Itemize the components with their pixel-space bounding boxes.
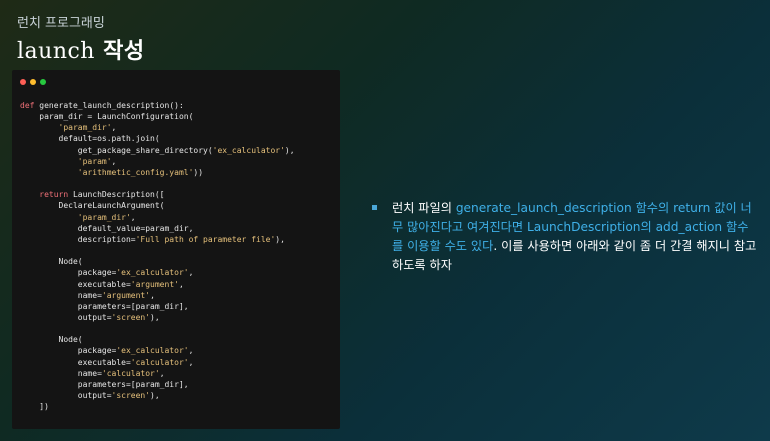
slide-title-latin: launch <box>17 39 95 64</box>
code-token: 'param' <box>20 156 112 166</box>
code-token: , <box>178 279 184 289</box>
code-line: name='argument', <box>20 290 295 301</box>
code-token: , <box>111 156 117 166</box>
slide-subtitle: 런치 프로그래밍 <box>17 16 105 31</box>
code-line: 'param', <box>20 156 295 167</box>
code-token: DeclareLaunchArgument( <box>20 201 165 211</box>
code-line: 'param_dir', <box>20 122 295 133</box>
code-token: executable= <box>20 357 131 367</box>
code-line: Node( <box>20 256 295 267</box>
code-line: param_dir = LaunchConfiguration( <box>20 111 295 122</box>
window-controls <box>20 79 46 85</box>
code-token: 'screen' <box>111 312 151 322</box>
code-token: 'ex_calculator' <box>116 346 189 356</box>
code-line: def generate_launch_description(): <box>20 100 295 111</box>
bullet-square-icon <box>372 205 377 210</box>
code-token: Node( <box>20 257 83 267</box>
code-token: default=os.path.join( <box>20 134 160 144</box>
code-window: def generate_launch_description(): param… <box>12 70 340 429</box>
code-line: output='screen'), <box>20 312 295 323</box>
code-line: parameters=[param_dir], <box>20 301 295 312</box>
code-token: , <box>130 212 136 222</box>
code-token: def <box>20 101 35 110</box>
code-token: name= <box>20 368 102 378</box>
code-token: output= <box>20 312 112 322</box>
bullet-paragraph: 런치 파일의 generate_launch_description 함수의 r… <box>392 199 757 275</box>
code-line: DeclareLaunchArgument( <box>20 200 295 211</box>
code-token: ), <box>275 234 285 244</box>
code-token: 'ex_calculator' <box>116 268 189 278</box>
code-token: 'argument' <box>130 279 179 289</box>
code-token: get_package_share_directory( <box>20 145 213 155</box>
code-token: return <box>20 190 69 200</box>
code-line: default=os.path.join( <box>20 133 295 144</box>
code-token: , <box>159 368 165 378</box>
slide-title: launch 작성 <box>17 33 145 65</box>
code-token: , <box>188 346 194 356</box>
code-token: executable= <box>20 279 131 289</box>
code-token: name= <box>20 290 102 300</box>
bullet-block: 런치 파일의 generate_launch_description 함수의 r… <box>372 199 757 275</box>
code-token: ), <box>284 145 295 155</box>
code-token: , <box>150 290 155 300</box>
code-line: output='screen'), <box>20 390 295 401</box>
code-line: name='calculator', <box>20 368 295 379</box>
code-line: default_value=param_dir, <box>20 223 295 234</box>
minimize-dot-icon <box>30 79 36 85</box>
code-line: return LaunchDescription([ <box>20 189 295 200</box>
code-token: 'param_dir' <box>20 212 131 222</box>
code-line: Node( <box>20 334 295 345</box>
code-line: executable='calculator', <box>20 357 295 368</box>
code-token: ]) <box>20 402 49 412</box>
code-token: Node( <box>20 335 83 345</box>
code-token: , <box>188 268 194 278</box>
code-line: get_package_share_directory('ex_calculat… <box>20 145 295 156</box>
code-token: 'arithmetic_config.yaml' <box>20 167 194 177</box>
code-token: package= <box>20 346 117 356</box>
code-token: parameters=[param_dir], <box>20 379 189 389</box>
code-token: 'param_dir' <box>20 123 112 133</box>
code-token: ), <box>150 312 160 322</box>
slide-title-korean: 작성 <box>103 38 145 64</box>
code-token: ), <box>150 391 160 401</box>
code-token: package= <box>20 268 117 278</box>
code-token: parameters=[param_dir], <box>20 301 189 311</box>
code-token: , <box>111 123 117 133</box>
bullet-text-1: 런치 파일의 <box>392 201 456 215</box>
code-token: , <box>188 357 194 367</box>
code-token: 'ex_calculator' <box>212 145 285 155</box>
code-block: def generate_launch_description(): param… <box>20 100 295 412</box>
code-line: 'param_dir', <box>20 212 295 223</box>
code-token: 'calculator' <box>130 357 189 367</box>
code-token: output= <box>20 391 112 401</box>
code-token: )) <box>193 167 204 177</box>
code-line: parameters=[param_dir], <box>20 379 295 390</box>
code-token: 'calculator' <box>101 368 160 378</box>
code-line: package='ex_calculator', <box>20 267 295 278</box>
code-token: param_dir = LaunchConfiguration( <box>20 112 194 122</box>
code-token: description= <box>20 234 136 244</box>
close-dot-icon <box>20 79 26 85</box>
code-line: description='Full path of parameter file… <box>20 234 295 245</box>
code-line: executable='argument', <box>20 279 295 290</box>
maximize-dot-icon <box>40 79 46 85</box>
code-line: package='ex_calculator', <box>20 345 295 356</box>
code-token: LaunchDescription([ <box>68 190 165 200</box>
code-line: ]) <box>20 401 295 412</box>
code-token: default_value=param_dir, <box>20 223 194 233</box>
code-token: generate_launch_description(): <box>34 101 184 110</box>
code-token: 'screen' <box>111 391 151 401</box>
code-token: 'Full path of parameter file' <box>135 234 276 244</box>
code-token: 'argument' <box>101 290 151 300</box>
code-line: 'arithmetic_config.yaml')) <box>20 167 295 178</box>
